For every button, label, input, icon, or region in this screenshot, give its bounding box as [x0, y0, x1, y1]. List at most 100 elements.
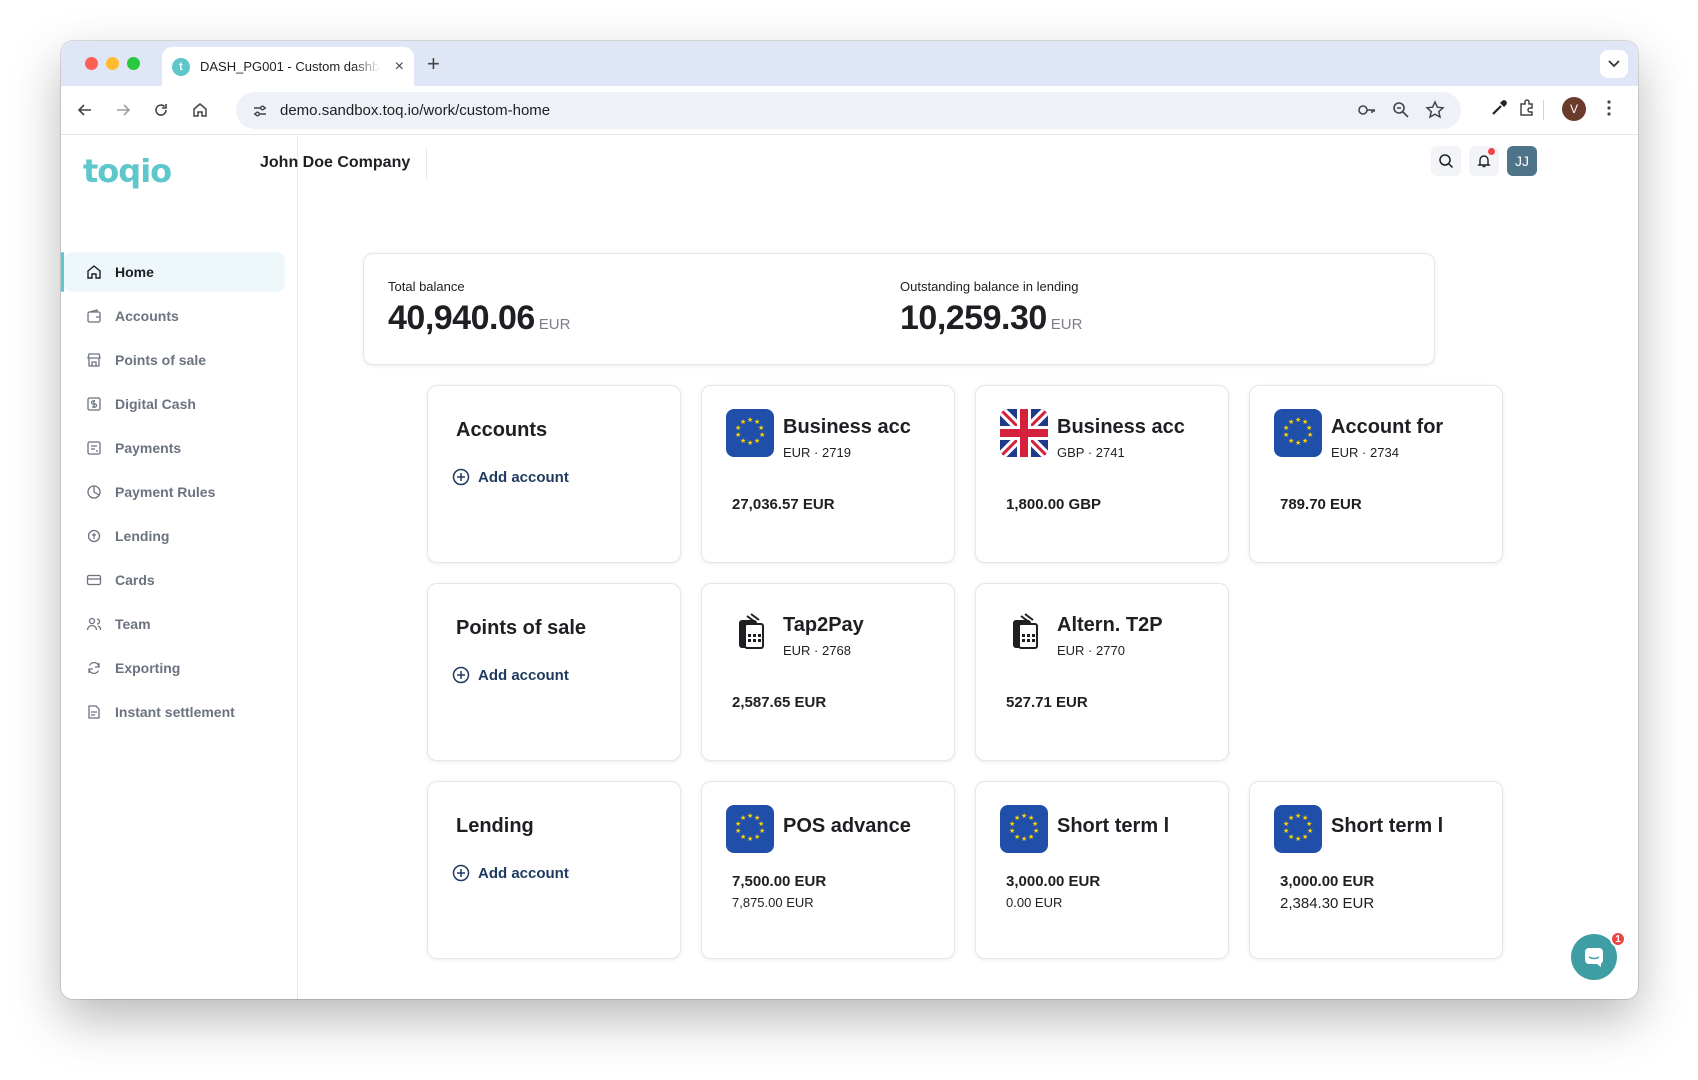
- team-icon: [85, 615, 103, 633]
- home-button[interactable]: [188, 98, 212, 122]
- bookmark-star-icon[interactable]: [1425, 100, 1445, 120]
- add-account-button[interactable]: Add account: [452, 864, 569, 882]
- sidebar: toqio Home Accounts Points of sale Digital …: [61, 136, 298, 999]
- account-balance: 27,036.57 EUR: [732, 496, 835, 513]
- sidebar-item-payment-rules[interactable]: Payment Rules: [61, 472, 298, 512]
- extensions-button[interactable]: [1517, 98, 1537, 123]
- sidebar-item-digital-cash[interactable]: Digital Cash: [61, 384, 298, 424]
- pos-section-card: Points of sale Add account: [427, 583, 681, 761]
- chevron-down-icon: [1608, 60, 1620, 68]
- pos-number: EUR · 2768: [783, 643, 851, 658]
- sidebar-item-label: Exporting: [115, 660, 181, 676]
- svg-text:★: ★: [747, 812, 753, 820]
- minimize-window-button[interactable]: [106, 57, 119, 70]
- sidebar-item-points-of-sale[interactable]: Points of sale: [61, 340, 298, 380]
- tab-search-button[interactable]: [1600, 50, 1628, 78]
- pos-card[interactable]: Altern. T2P EUR · 2770 527.71 EUR: [975, 583, 1229, 761]
- svg-text:★: ★: [740, 418, 746, 426]
- sidebar-item-lending[interactable]: Lending: [61, 516, 298, 556]
- svg-text:★: ★: [1021, 812, 1027, 820]
- pos-name: Tap2Pay: [783, 614, 864, 636]
- tab-title: DASH_PG001 - Custom dashboard: [200, 59, 380, 74]
- user-avatar[interactable]: JJ: [1507, 146, 1537, 176]
- browser-tab[interactable]: t DASH_PG001 - Custom dashboard ×: [162, 47, 414, 86]
- svg-text:★: ★: [1014, 814, 1020, 822]
- total-balance-value: 40,940.06: [388, 299, 535, 337]
- sidebar-item-accounts[interactable]: Accounts: [61, 296, 298, 336]
- back-button[interactable]: [73, 98, 97, 122]
- account-card[interactable]: ★ ★ ★ ★ ★ ★ ★ ★ ★ ★ Business acc EUR · 2719 27,03…: [701, 385, 955, 563]
- arrow-left-icon: [77, 104, 91, 116]
- more-vertical-icon: [1607, 100, 1611, 116]
- search-button[interactable]: [1431, 146, 1461, 176]
- sidebar-item-label: Points of sale: [115, 352, 207, 368]
- account-card[interactable]: Business acc GBP · 2741 1,800.00 GBP: [975, 385, 1229, 563]
- svg-text:★: ★: [1295, 835, 1301, 843]
- lending-card[interactable]: ★ ★ ★ ★ ★ ★ ★ ★ ★ ★ Short term l 3,000.00 EUR 0.0…: [975, 781, 1229, 959]
- accounts-section-card: Accounts Add account: [427, 385, 681, 563]
- close-window-button[interactable]: [85, 57, 98, 70]
- add-account-button[interactable]: Add account: [452, 666, 569, 684]
- svg-text:★: ★: [1028, 833, 1034, 841]
- pos-card[interactable]: Tap2Pay EUR · 2768 2,587.65 EUR: [701, 583, 955, 761]
- browser-toolbar: demo.sandbox.toq.io/work/custom-home V: [61, 86, 1638, 135]
- pos-terminal-icon: [726, 607, 774, 655]
- toqio-logo[interactable]: toqio: [83, 152, 213, 195]
- sidebar-item-instant-settlement[interactable]: Instant settlement: [61, 692, 298, 732]
- section-title: Accounts: [456, 419, 548, 441]
- browser-menu-button[interactable]: [1606, 98, 1612, 123]
- eu-flag-icon: ★ ★ ★ ★ ★ ★ ★ ★ ★ ★: [1274, 409, 1322, 457]
- forward-button[interactable]: [111, 98, 135, 122]
- sidebar-item-label: Payments: [115, 440, 182, 456]
- add-account-button[interactable]: Add account: [452, 468, 569, 486]
- sidebar-item-team[interactable]: Team: [61, 604, 298, 644]
- notifications-button[interactable]: [1469, 146, 1499, 176]
- eu-flag-icon: ★ ★ ★ ★ ★ ★ ★ ★ ★ ★: [726, 409, 774, 457]
- sidebar-item-label: Instant settlement: [115, 704, 235, 720]
- plus-circle-icon: [452, 666, 470, 684]
- account-number: EUR · 2734: [1331, 445, 1399, 460]
- sidebar-item-payments[interactable]: Payments: [61, 428, 298, 468]
- eyedropper-icon: [1492, 100, 1507, 115]
- svg-text:★: ★: [735, 431, 741, 439]
- address-bar[interactable]: demo.sandbox.toq.io/work/custom-home: [236, 92, 1461, 129]
- svg-text:★: ★: [1295, 812, 1301, 820]
- reload-button[interactable]: [149, 98, 173, 122]
- svg-text:★: ★: [1288, 418, 1294, 426]
- balance-summary-card: Total balance 40,940.06 EUR Outstanding …: [363, 253, 1435, 365]
- svg-text:★: ★: [1009, 827, 1015, 835]
- maximize-window-button[interactable]: [127, 57, 140, 70]
- eyedropper-button[interactable]: [1489, 98, 1509, 123]
- document-icon: [85, 703, 103, 721]
- sidebar-item-label: Lending: [115, 528, 170, 544]
- svg-text:★: ★: [747, 439, 753, 447]
- section-title: Points of sale: [456, 617, 587, 639]
- account-card[interactable]: ★ ★ ★ ★ ★ ★ ★ ★ ★ ★ Account for EUR · 2734 789.70…: [1249, 385, 1503, 563]
- account-name: Account for: [1331, 416, 1444, 438]
- svg-text:★: ★: [740, 814, 746, 822]
- home-icon: [85, 263, 103, 281]
- lending-card[interactable]: ★ ★ ★ ★ ★ ★ ★ ★ ★ ★ POS advance 7,500.00 EUR 7,87…: [701, 781, 955, 959]
- svg-text:★: ★: [735, 827, 741, 835]
- puzzle-icon: [1520, 99, 1533, 116]
- lending-outstanding: 2,384.30 EUR: [1280, 895, 1375, 912]
- key-icon[interactable]: [1357, 100, 1377, 120]
- lending-card[interactable]: ★ ★ ★ ★ ★ ★ ★ ★ ★ ★ Short term l 3,000.00 EUR 2,3…: [1249, 781, 1503, 959]
- lending-name: Short term l: [1057, 815, 1170, 837]
- company-name[interactable]: John Doe Company: [260, 154, 410, 172]
- eu-flag-icon: ★ ★ ★ ★ ★ ★ ★ ★ ★ ★: [1000, 805, 1048, 853]
- svg-text:★: ★: [754, 437, 760, 445]
- account-number: EUR · 2719: [783, 445, 851, 460]
- sidebar-item-home[interactable]: Home: [61, 252, 285, 292]
- sidebar-item-exporting[interactable]: Exporting: [61, 648, 298, 688]
- sidebar-item-cards[interactable]: Cards: [61, 560, 298, 600]
- new-tab-button[interactable]: +: [427, 51, 440, 77]
- chat-icon: [1585, 948, 1603, 967]
- tab-close-icon[interactable]: ×: [395, 58, 404, 76]
- topbar-actions: JJ: [1431, 146, 1537, 176]
- account-balance: 789.70 EUR: [1280, 496, 1362, 513]
- zoom-icon[interactable]: [1391, 100, 1411, 120]
- site-info-icon[interactable]: [248, 99, 272, 123]
- profile-avatar[interactable]: V: [1562, 97, 1586, 121]
- svg-text:★: ★: [1295, 439, 1301, 447]
